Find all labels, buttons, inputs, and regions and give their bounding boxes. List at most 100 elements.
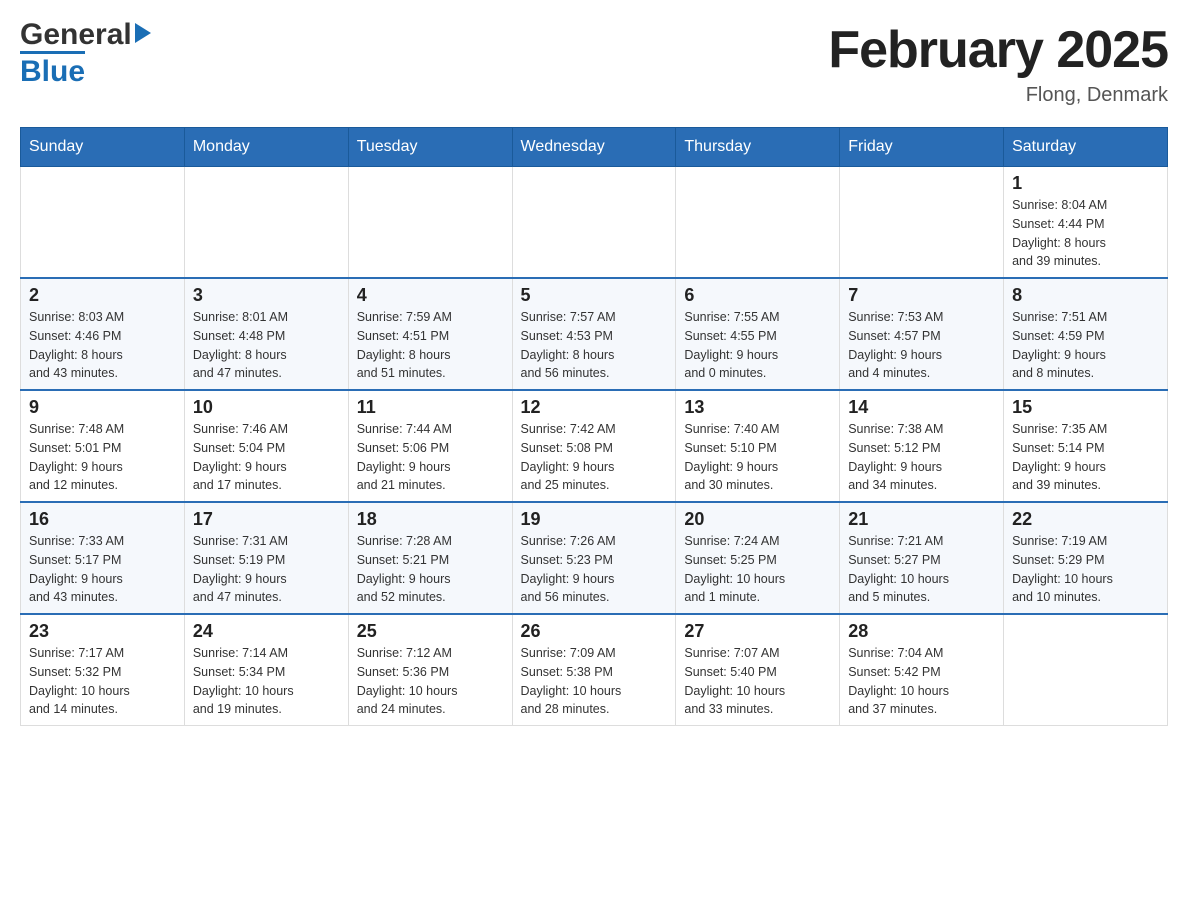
day-info: Sunrise: 7:46 AMSunset: 5:04 PMDaylight:… [193, 420, 340, 495]
day-cell: 19Sunrise: 7:26 AMSunset: 5:23 PMDayligh… [512, 502, 676, 614]
day-number: 18 [357, 509, 504, 530]
day-info: Sunrise: 7:21 AMSunset: 5:27 PMDaylight:… [848, 532, 995, 607]
day-cell: 16Sunrise: 7:33 AMSunset: 5:17 PMDayligh… [21, 502, 185, 614]
day-cell [348, 167, 512, 279]
week-row-4: 16Sunrise: 7:33 AMSunset: 5:17 PMDayligh… [21, 502, 1168, 614]
day-cell: 6Sunrise: 7:55 AMSunset: 4:55 PMDaylight… [676, 278, 840, 390]
day-info: Sunrise: 7:14 AMSunset: 5:34 PMDaylight:… [193, 644, 340, 719]
day-cell [512, 167, 676, 279]
day-cell: 17Sunrise: 7:31 AMSunset: 5:19 PMDayligh… [184, 502, 348, 614]
day-cell: 12Sunrise: 7:42 AMSunset: 5:08 PMDayligh… [512, 390, 676, 502]
day-cell: 18Sunrise: 7:28 AMSunset: 5:21 PMDayligh… [348, 502, 512, 614]
day-cell: 24Sunrise: 7:14 AMSunset: 5:34 PMDayligh… [184, 614, 348, 726]
day-cell: 21Sunrise: 7:21 AMSunset: 5:27 PMDayligh… [840, 502, 1004, 614]
header-sunday: Sunday [21, 128, 185, 167]
logo: General Blue [20, 20, 151, 89]
day-cell [840, 167, 1004, 279]
day-cell: 13Sunrise: 7:40 AMSunset: 5:10 PMDayligh… [676, 390, 840, 502]
day-info: Sunrise: 7:51 AMSunset: 4:59 PMDaylight:… [1012, 308, 1159, 383]
day-cell: 27Sunrise: 7:07 AMSunset: 5:40 PMDayligh… [676, 614, 840, 726]
day-number: 6 [684, 285, 831, 306]
day-cell [21, 167, 185, 279]
day-cell: 14Sunrise: 7:38 AMSunset: 5:12 PMDayligh… [840, 390, 1004, 502]
day-number: 5 [521, 285, 668, 306]
logo-arrow-icon [135, 23, 151, 43]
day-number: 10 [193, 397, 340, 418]
day-info: Sunrise: 7:59 AMSunset: 4:51 PMDaylight:… [357, 308, 504, 383]
day-info: Sunrise: 7:09 AMSunset: 5:38 PMDaylight:… [521, 644, 668, 719]
day-info: Sunrise: 7:26 AMSunset: 5:23 PMDaylight:… [521, 532, 668, 607]
day-info: Sunrise: 8:01 AMSunset: 4:48 PMDaylight:… [193, 308, 340, 383]
day-number: 13 [684, 397, 831, 418]
day-number: 23 [29, 621, 176, 642]
day-number: 2 [29, 285, 176, 306]
day-cell: 5Sunrise: 7:57 AMSunset: 4:53 PMDaylight… [512, 278, 676, 390]
day-cell: 2Sunrise: 8:03 AMSunset: 4:46 PMDaylight… [21, 278, 185, 390]
page-header: General Blue February 2025 Flong, Denmar… [20, 20, 1168, 107]
day-cell: 8Sunrise: 7:51 AMSunset: 4:59 PMDaylight… [1004, 278, 1168, 390]
day-cell: 20Sunrise: 7:24 AMSunset: 5:25 PMDayligh… [676, 502, 840, 614]
day-info: Sunrise: 7:17 AMSunset: 5:32 PMDaylight:… [29, 644, 176, 719]
header-friday: Friday [840, 128, 1004, 167]
day-info: Sunrise: 7:33 AMSunset: 5:17 PMDaylight:… [29, 532, 176, 607]
day-number: 15 [1012, 397, 1159, 418]
day-number: 16 [29, 509, 176, 530]
day-cell: 23Sunrise: 7:17 AMSunset: 5:32 PMDayligh… [21, 614, 185, 726]
day-number: 22 [1012, 509, 1159, 530]
day-info: Sunrise: 7:48 AMSunset: 5:01 PMDaylight:… [29, 420, 176, 495]
day-number: 9 [29, 397, 176, 418]
day-number: 24 [193, 621, 340, 642]
title-area: February 2025 Flong, Denmark [828, 20, 1168, 107]
day-cell: 15Sunrise: 7:35 AMSunset: 5:14 PMDayligh… [1004, 390, 1168, 502]
logo-blue: Blue [20, 55, 85, 89]
day-cell: 7Sunrise: 7:53 AMSunset: 4:57 PMDaylight… [840, 278, 1004, 390]
day-info: Sunrise: 7:07 AMSunset: 5:40 PMDaylight:… [684, 644, 831, 719]
day-cell [676, 167, 840, 279]
day-number: 4 [357, 285, 504, 306]
calendar-table: Sunday Monday Tuesday Wednesday Thursday… [20, 127, 1168, 726]
day-cell: 25Sunrise: 7:12 AMSunset: 5:36 PMDayligh… [348, 614, 512, 726]
day-number: 12 [521, 397, 668, 418]
week-row-3: 9Sunrise: 7:48 AMSunset: 5:01 PMDaylight… [21, 390, 1168, 502]
day-number: 27 [684, 621, 831, 642]
month-title: February 2025 [828, 20, 1168, 80]
header-thursday: Thursday [676, 128, 840, 167]
day-info: Sunrise: 8:03 AMSunset: 4:46 PMDaylight:… [29, 308, 176, 383]
day-number: 7 [848, 285, 995, 306]
day-cell: 4Sunrise: 7:59 AMSunset: 4:51 PMDaylight… [348, 278, 512, 390]
day-info: Sunrise: 7:44 AMSunset: 5:06 PMDaylight:… [357, 420, 504, 495]
day-info: Sunrise: 7:57 AMSunset: 4:53 PMDaylight:… [521, 308, 668, 383]
day-cell [1004, 614, 1168, 726]
logo-general: General [20, 20, 132, 50]
day-info: Sunrise: 7:53 AMSunset: 4:57 PMDaylight:… [848, 308, 995, 383]
week-row-5: 23Sunrise: 7:17 AMSunset: 5:32 PMDayligh… [21, 614, 1168, 726]
day-info: Sunrise: 7:40 AMSunset: 5:10 PMDaylight:… [684, 420, 831, 495]
day-info: Sunrise: 8:04 AMSunset: 4:44 PMDaylight:… [1012, 196, 1159, 271]
day-cell [184, 167, 348, 279]
day-number: 21 [848, 509, 995, 530]
day-number: 14 [848, 397, 995, 418]
day-info: Sunrise: 7:24 AMSunset: 5:25 PMDaylight:… [684, 532, 831, 607]
day-number: 19 [521, 509, 668, 530]
day-info: Sunrise: 7:04 AMSunset: 5:42 PMDaylight:… [848, 644, 995, 719]
day-cell: 26Sunrise: 7:09 AMSunset: 5:38 PMDayligh… [512, 614, 676, 726]
week-row-2: 2Sunrise: 8:03 AMSunset: 4:46 PMDaylight… [21, 278, 1168, 390]
day-cell: 28Sunrise: 7:04 AMSunset: 5:42 PMDayligh… [840, 614, 1004, 726]
day-info: Sunrise: 7:35 AMSunset: 5:14 PMDaylight:… [1012, 420, 1159, 495]
day-number: 26 [521, 621, 668, 642]
day-number: 8 [1012, 285, 1159, 306]
day-info: Sunrise: 7:55 AMSunset: 4:55 PMDaylight:… [684, 308, 831, 383]
weekday-header-row: Sunday Monday Tuesday Wednesday Thursday… [21, 128, 1168, 167]
day-cell: 11Sunrise: 7:44 AMSunset: 5:06 PMDayligh… [348, 390, 512, 502]
day-cell: 9Sunrise: 7:48 AMSunset: 5:01 PMDaylight… [21, 390, 185, 502]
day-cell: 1Sunrise: 8:04 AMSunset: 4:44 PMDaylight… [1004, 167, 1168, 279]
day-info: Sunrise: 7:31 AMSunset: 5:19 PMDaylight:… [193, 532, 340, 607]
day-cell: 22Sunrise: 7:19 AMSunset: 5:29 PMDayligh… [1004, 502, 1168, 614]
day-number: 20 [684, 509, 831, 530]
header-saturday: Saturday [1004, 128, 1168, 167]
location: Flong, Denmark [828, 84, 1168, 107]
week-row-1: 1Sunrise: 8:04 AMSunset: 4:44 PMDaylight… [21, 167, 1168, 279]
day-number: 28 [848, 621, 995, 642]
day-info: Sunrise: 7:12 AMSunset: 5:36 PMDaylight:… [357, 644, 504, 719]
header-monday: Monday [184, 128, 348, 167]
